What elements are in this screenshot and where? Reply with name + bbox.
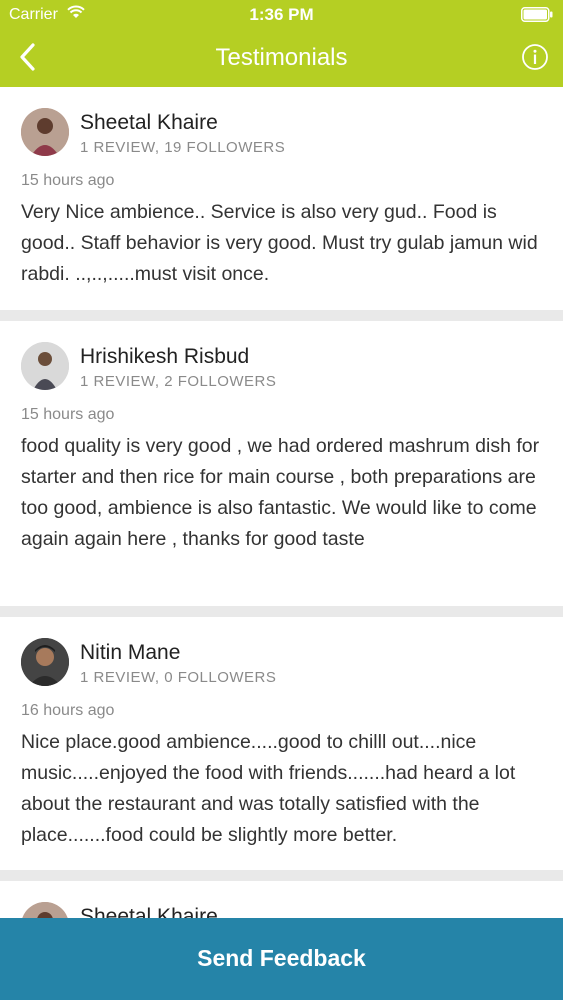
review-time: 15 hours ago xyxy=(21,406,115,423)
header-bar: Carrier 1:36 PM Testimonials xyxy=(0,0,563,87)
review-card: Nitin Mane 1 REVIEW, 0 FOLLOWERS 16 hour… xyxy=(0,617,563,870)
battery-icon xyxy=(521,7,553,22)
send-feedback-label: Send Feedback xyxy=(197,945,366,971)
avatar xyxy=(21,638,69,686)
reviewer-stats: 1 REVIEW, 0 FOLLOWERS xyxy=(80,669,277,686)
review-card: Sheetal Khaire 1 REVIEW, 19 FOLLOWERS 15… xyxy=(0,87,563,310)
review-text: food quality is very good , we had order… xyxy=(21,435,540,550)
review-text: Nice place.good ambience.....good to chi… xyxy=(21,731,516,846)
reviewer-name[interactable]: Hrishikesh Risbud xyxy=(80,345,249,369)
avatar xyxy=(21,108,69,156)
nav-bar: Testimonials xyxy=(0,28,563,87)
page-title: Testimonials xyxy=(215,44,348,71)
avatar xyxy=(21,902,69,918)
testimonials-list[interactable]: Sheetal Khaire 1 REVIEW, 19 FOLLOWERS 15… xyxy=(0,87,563,918)
status-bar: Carrier 1:36 PM xyxy=(0,0,563,28)
review-text: Very Nice ambience.. Service is also ver… xyxy=(21,201,538,285)
reviewer-name[interactable]: Nitin Mane xyxy=(80,641,180,665)
reviewer-name[interactable]: Sheetal Khaire xyxy=(80,905,218,918)
status-time: 1:36 PM xyxy=(249,5,314,24)
review-time: 16 hours ago xyxy=(21,702,115,719)
review-card: Sheetal Khaire xyxy=(0,881,563,918)
avatar xyxy=(21,342,69,390)
reviewer-name[interactable]: Sheetal Khaire xyxy=(80,111,218,135)
review-time: 15 hours ago xyxy=(21,172,115,189)
reviewer-stats: 1 REVIEW, 2 FOLLOWERS xyxy=(80,373,277,390)
info-icon[interactable] xyxy=(521,43,549,71)
review-card: Hrishikesh Risbud 1 REVIEW, 2 FOLLOWERS … xyxy=(0,321,563,606)
reviewer-stats: 1 REVIEW, 19 FOLLOWERS xyxy=(80,139,286,156)
send-feedback-button[interactable]: Send Feedback xyxy=(0,918,563,1000)
